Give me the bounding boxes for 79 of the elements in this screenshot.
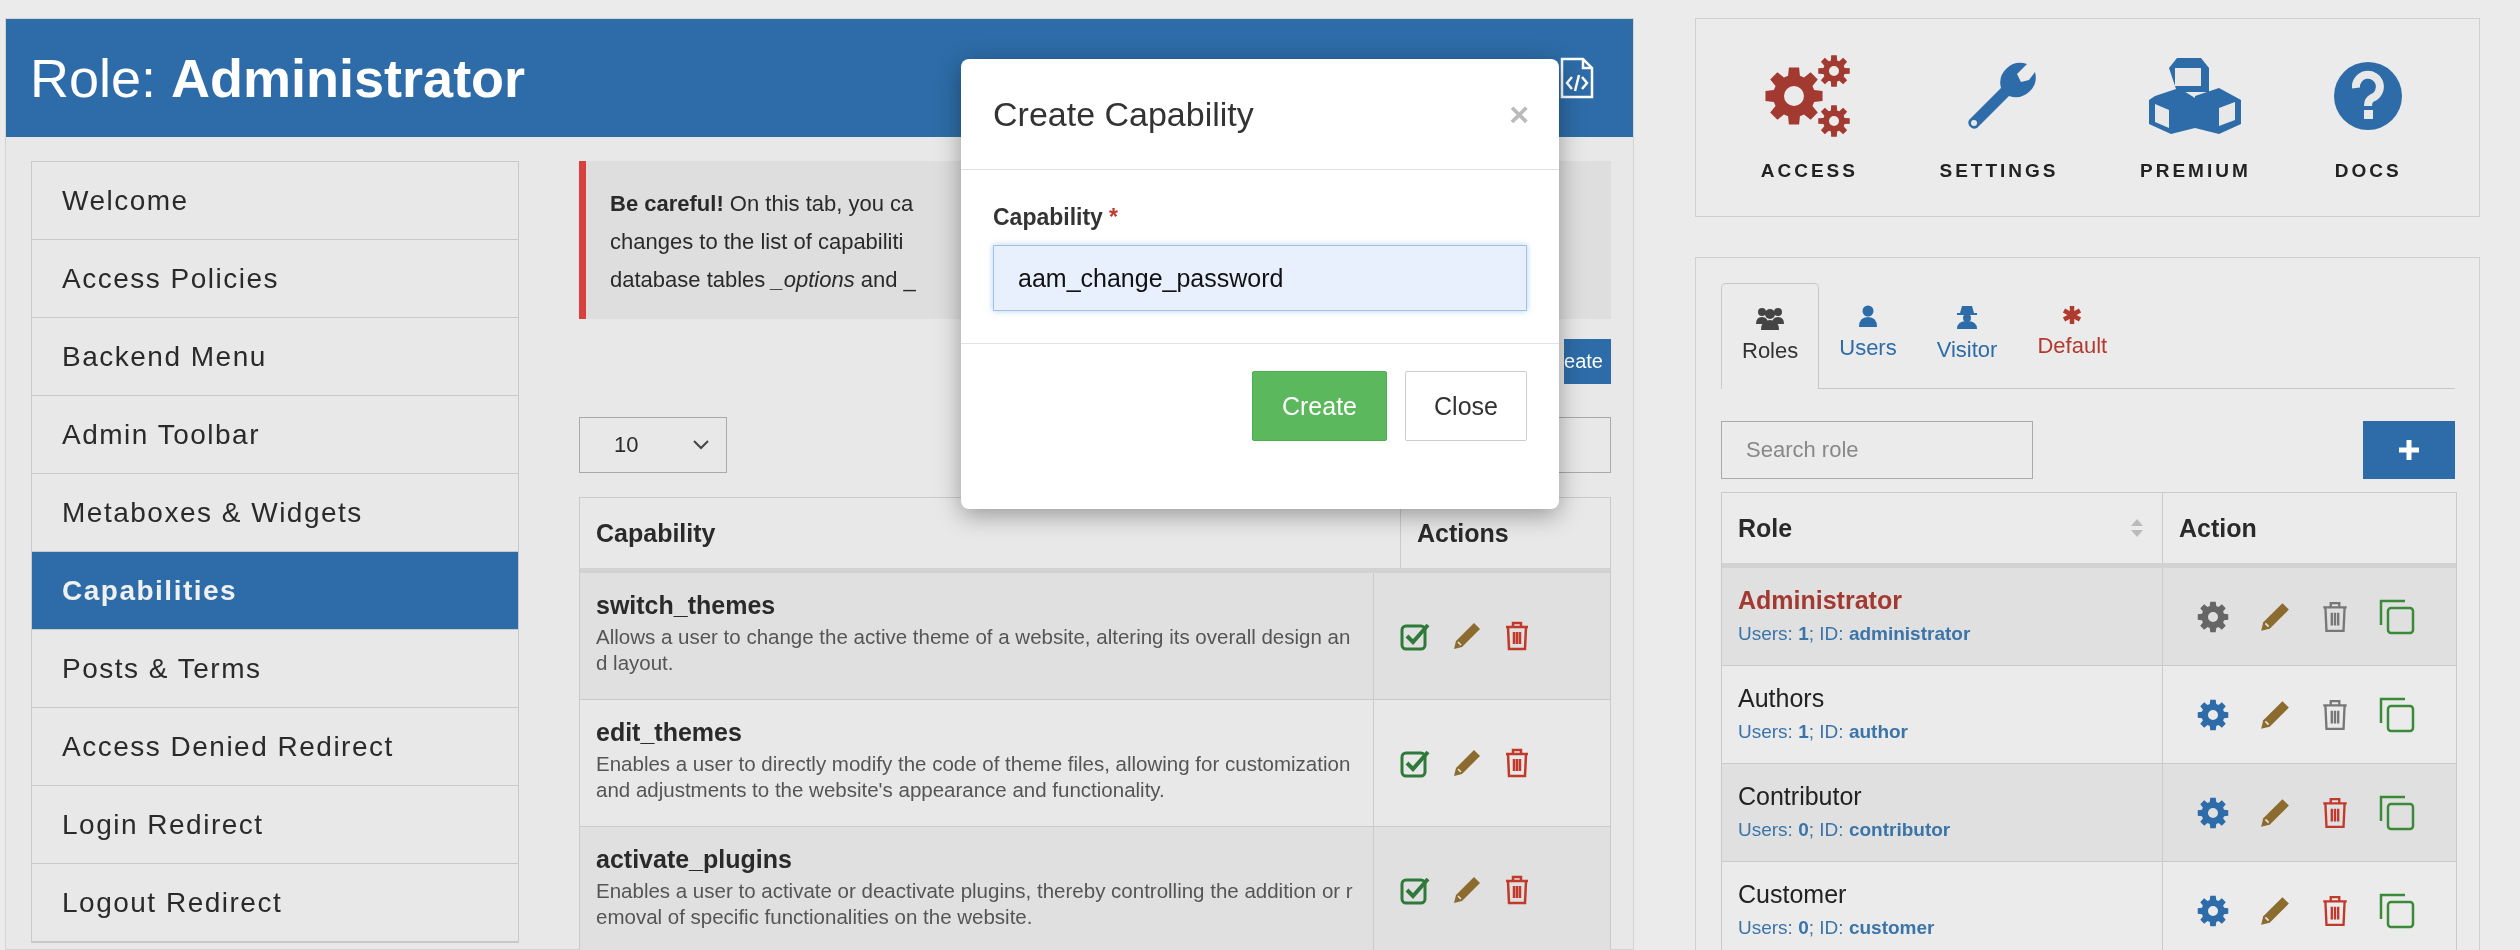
code-file-icon[interactable] xyxy=(1559,57,1595,99)
sidebar-item[interactable]: Capabilities xyxy=(32,552,518,630)
sidebar-item[interactable]: Posts & Terms xyxy=(32,630,518,708)
subject-tab[interactable]: Users xyxy=(1819,283,1917,389)
copy-icon[interactable] xyxy=(2379,794,2415,831)
capability-name: edit_themes xyxy=(596,718,743,747)
pencil-icon[interactable] xyxy=(1452,621,1482,651)
capability-input[interactable]: aam_change_password xyxy=(993,245,1527,311)
gear-icon[interactable] xyxy=(2197,698,2229,731)
gear-icon[interactable] xyxy=(2197,600,2229,633)
nav-label[interactable]: SETTINGS xyxy=(1939,159,2059,182)
subject-tab[interactable]: Roles xyxy=(1721,283,1820,389)
pencil-icon[interactable] xyxy=(2259,600,2291,633)
pencil-icon[interactable] xyxy=(2259,698,2291,731)
sidebar-item[interactable]: Login Redirect xyxy=(32,786,518,864)
copy-icon[interactable] xyxy=(2379,696,2415,733)
trash-icon[interactable] xyxy=(2321,894,2349,927)
checkbox-checked-icon[interactable] xyxy=(1400,875,1430,905)
alert-text: database tables _options and _ xyxy=(610,266,916,294)
field-label: Capability xyxy=(993,204,1103,231)
asterisk-icon xyxy=(2062,305,2083,325)
column-header[interactable]: Role xyxy=(1738,513,1793,543)
trash-icon[interactable] xyxy=(1504,748,1530,778)
trash-icon[interactable] xyxy=(1504,875,1530,905)
role-details: Users: 0; ID: contributor xyxy=(1738,819,1952,841)
role-name[interactable]: Authors xyxy=(1738,684,2162,713)
users-group-icon xyxy=(1756,306,1785,330)
subject-tab[interactable]: Visitor xyxy=(1916,283,2018,389)
page-title: Role: Administrator xyxy=(30,47,526,109)
trash-icon[interactable] xyxy=(2321,796,2349,829)
role-details: Users: 1; ID: administrator xyxy=(1738,623,1972,645)
gear-icon[interactable] xyxy=(2197,894,2229,927)
role-details: Users: 1; ID: author xyxy=(1738,721,1909,743)
role-search-field[interactable]: Search role xyxy=(1721,421,2033,479)
pencil-icon[interactable] xyxy=(2259,796,2291,829)
dialog-title: Create Capability xyxy=(993,94,1254,134)
sidebar-item[interactable]: Access Policies xyxy=(32,240,518,318)
close-button[interactable]: Close xyxy=(1405,371,1527,441)
sidebar-item[interactable]: Admin Toolbar xyxy=(32,396,518,474)
sidebar-item[interactable]: Access Denied Redirect xyxy=(32,708,518,786)
subject-tab[interactable]: Default xyxy=(2017,283,2128,389)
nav-label[interactable]: ACCESS xyxy=(1760,159,1858,182)
nav-label[interactable]: PREMIUM xyxy=(2140,159,2251,182)
create-button[interactable]: eate xyxy=(1564,339,1611,384)
pencil-icon[interactable] xyxy=(1452,875,1482,905)
capability-description: Allows a user to change the active theme of a website, altering its overall design and layout. xyxy=(596,624,1352,676)
trash-icon[interactable] xyxy=(2321,698,2349,731)
nav-label[interactable]: DOCS xyxy=(2334,159,2402,182)
capability-name: activate_plugins xyxy=(596,845,793,874)
alert-text: changes to the list of capabiliti xyxy=(610,228,904,256)
pencil-icon[interactable] xyxy=(2259,894,2291,927)
trash-icon[interactable] xyxy=(2321,600,2349,633)
gear-icon[interactable] xyxy=(2197,796,2229,829)
checkbox-checked-icon[interactable] xyxy=(1400,621,1430,651)
column-header: Capability xyxy=(595,517,717,549)
column-header: Action xyxy=(2162,493,2456,563)
capability-description: Enables a user to directly modify the code of theme files, allowing for customization and adjustments to the website's appearance and functionality. xyxy=(596,751,1352,803)
role-name[interactable]: Administrator xyxy=(1738,586,2162,615)
role-name[interactable]: Customer xyxy=(1738,880,2162,909)
capability-description: Enables a user to activate or deactivate plugins, thereby controlling the addition or removal of specific functionalities on the website. xyxy=(596,878,1353,930)
role-details: Users: 0; ID: customer xyxy=(1738,917,1936,939)
sidebar-item[interactable]: Backend Menu xyxy=(32,318,518,396)
plus-icon xyxy=(2398,439,2420,461)
trash-icon[interactable] xyxy=(1504,621,1530,651)
role-name[interactable]: Contributor xyxy=(1738,782,2162,811)
alert-text: Be careful! On this tab, you ca xyxy=(610,190,914,218)
copy-icon[interactable] xyxy=(2379,598,2415,635)
capability-name: switch_themes xyxy=(596,591,777,620)
hat-person-icon xyxy=(1957,305,1978,329)
chevron-down-icon xyxy=(692,439,710,451)
add-role-button[interactable] xyxy=(2363,421,2455,479)
sidebar-item[interactable]: Logout Redirect xyxy=(32,864,518,942)
sidebar-item[interactable]: Welcome xyxy=(32,162,518,240)
checkbox-checked-icon[interactable] xyxy=(1400,748,1430,778)
required-mark: * xyxy=(1108,204,1118,231)
pencil-icon[interactable] xyxy=(1452,748,1482,778)
user-icon xyxy=(1858,305,1877,327)
copy-icon[interactable] xyxy=(2379,892,2415,929)
page-size-select[interactable]: 10 xyxy=(579,417,727,473)
